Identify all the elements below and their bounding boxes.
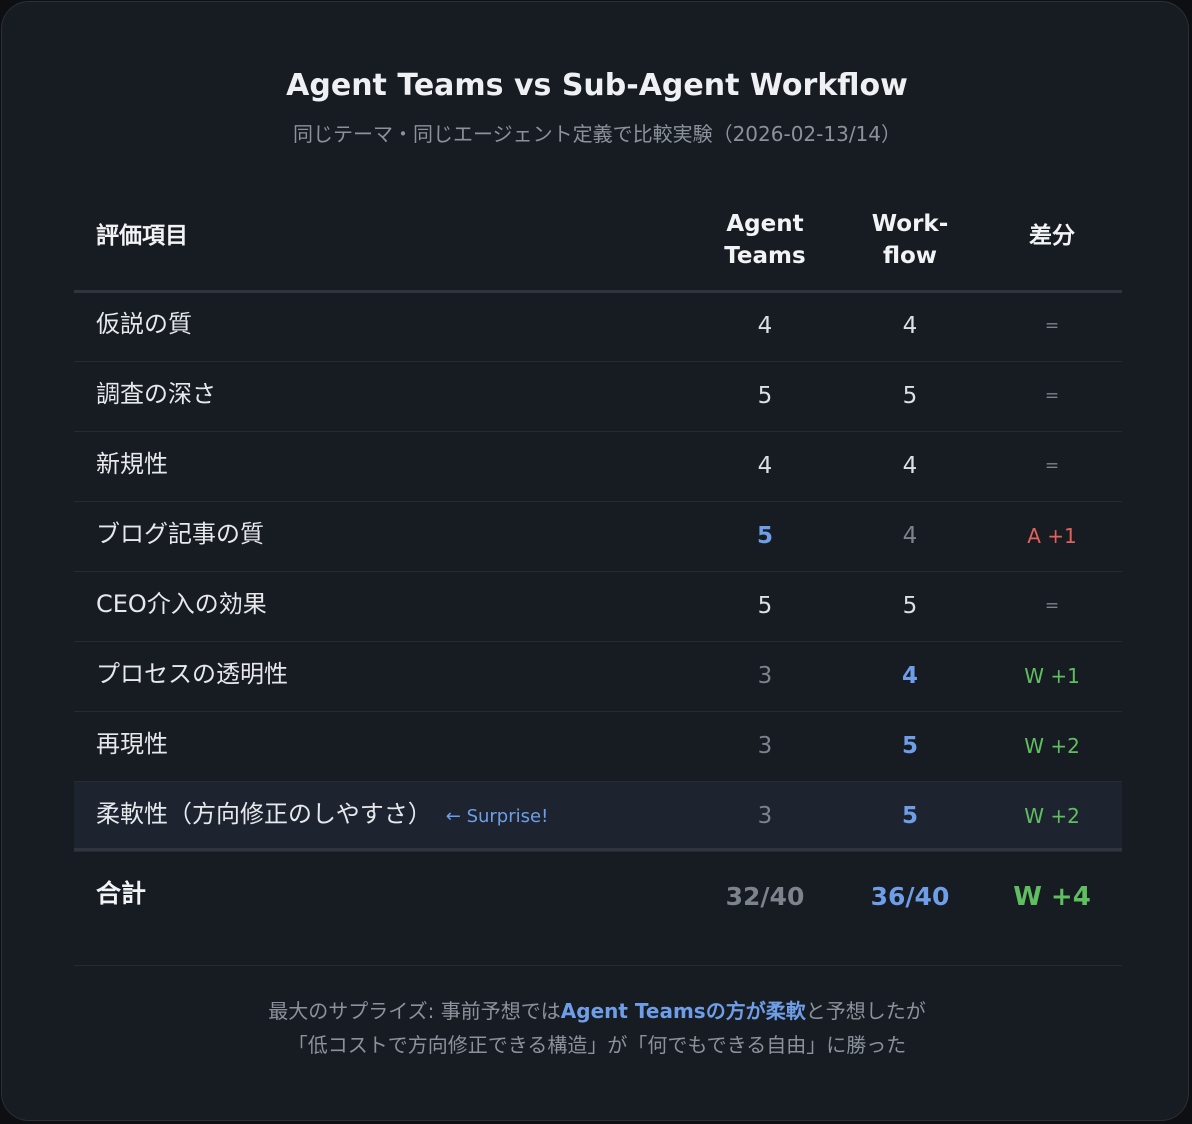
header-agent-teams-line1: Agent [726, 211, 804, 237]
total-agent-score: 32/40 [725, 882, 805, 911]
agent-teams-score: 5 [757, 383, 773, 409]
workflow-score: 5 [901, 803, 918, 829]
header-diff: 差分 [1029, 223, 1075, 249]
table-header: 評価項目 Agent Teams Work- flow 差分 [74, 198, 1122, 293]
workflow-score: 4 [901, 663, 918, 689]
row-label: 再現性 [96, 712, 168, 781]
total-diff: W +4 [1013, 882, 1091, 912]
row-label: プロセスの透明性 [96, 642, 288, 711]
row-label: CEO介入の効果 [96, 572, 267, 641]
page-title: Agent Teams vs Sub-Agent Workflow [286, 68, 908, 103]
agent-teams-score: 4 [757, 313, 773, 339]
header-workflow-line1: Work- [871, 211, 949, 237]
diff-value: = [1044, 316, 1060, 336]
table-row: 調査の深さ 5 5 = [74, 362, 1122, 432]
diff-value: = [1044, 386, 1060, 406]
row-label-text: 新規性 [96, 450, 168, 478]
footer-line-1: 最大のサプライズ: 事前予想ではAgent Teamsの方が柔軟と予想したが [2, 994, 1192, 1028]
diff-value: W +2 [1024, 804, 1080, 828]
row-label: ブログ記事の質 [96, 502, 264, 571]
footer-line-1-before: 最大のサプライズ: 事前予想では [268, 999, 561, 1023]
footer-line-1-after: と予想したが [805, 999, 926, 1023]
row-label: 柔軟性（方向修正のしやすさ） ← Surprise! [96, 782, 548, 851]
comparison-card: Agent Teams vs Sub-Agent Workflow 同じテーマ・… [1, 1, 1189, 1121]
total-workflow-score: 36/40 [870, 882, 950, 911]
footer-emphasis: Agent Teamsの方が柔軟 [560, 999, 806, 1023]
header-workflow-line2: flow [882, 243, 938, 269]
total-row: 合計 32/40 36/40 W +4 [74, 848, 1122, 947]
header-workflow: Work- flow [860, 208, 960, 272]
row-label-text: 調査の深さ [96, 380, 216, 408]
diff-value: = [1044, 456, 1060, 476]
header-item: 評価項目 [96, 223, 188, 249]
row-label-text: CEO介入の効果 [96, 590, 267, 618]
agent-teams-score: 3 [757, 733, 773, 759]
row-label: 調査の深さ [96, 362, 216, 431]
row-label-text: プロセスの透明性 [96, 660, 288, 688]
header-agent-teams: Agent Teams [715, 208, 815, 272]
workflow-score: 5 [901, 733, 918, 759]
agent-teams-score: 3 [757, 663, 773, 689]
diff-value: = [1044, 596, 1060, 616]
workflow-score: 5 [902, 383, 918, 409]
workflow-score: 4 [902, 313, 918, 339]
table-row: 新規性 4 4 = [74, 432, 1122, 502]
row-note: ← Surprise! [445, 806, 549, 827]
table-row: プロセスの透明性 3 4 W +1 [74, 642, 1122, 712]
row-label: 新規性 [96, 432, 168, 501]
workflow-score: 4 [902, 523, 918, 549]
table-row: 仮説の質 4 4 = [74, 292, 1122, 362]
table-row: 再現性 3 5 W +2 [74, 712, 1122, 782]
diff-value: A +1 [1027, 524, 1077, 548]
footer-divider [74, 965, 1122, 966]
workflow-score: 5 [902, 593, 918, 619]
table-body: 仮説の質 4 4 = 調査の深さ 5 5 = 新規性 4 4 = ブログ記事の質 5 4 A +1 CEO介入の… [74, 292, 1122, 852]
table-row: 柔軟性（方向修正のしやすさ） ← Surprise! 3 5 W +2 [74, 782, 1122, 852]
row-label-text: 再現性 [96, 730, 168, 758]
diff-value: W +2 [1024, 734, 1080, 758]
workflow-score: 4 [902, 453, 918, 479]
agent-teams-score: 5 [757, 593, 773, 619]
row-label-text: 仮説の質 [96, 310, 192, 338]
agent-teams-score: 3 [757, 803, 773, 829]
row-label-text: ブログ記事の質 [96, 520, 264, 548]
footer-line-2: 「低コストで方向修正できる構造」が「何でもできる自由」に勝った [287, 1033, 907, 1057]
footer-note: 最大のサプライズ: 事前予想ではAgent Teamsの方が柔軟と予想したが 「… [2, 994, 1192, 1062]
agent-teams-score: 4 [757, 453, 773, 479]
row-label: 仮説の質 [96, 292, 192, 361]
row-label-text: 柔軟性（方向修正のしやすさ） [96, 800, 432, 828]
page-subtitle: 同じテーマ・同じエージェント定義で比較実験（2026-02-13/14） [292, 122, 902, 146]
total-label: 合計 [96, 879, 147, 908]
diff-value: W +1 [1024, 664, 1080, 688]
table-row: ブログ記事の質 5 4 A +1 [74, 502, 1122, 572]
table-row: CEO介入の効果 5 5 = [74, 572, 1122, 642]
header-agent-teams-line2: Teams [724, 243, 806, 269]
agent-teams-score: 5 [756, 523, 773, 549]
